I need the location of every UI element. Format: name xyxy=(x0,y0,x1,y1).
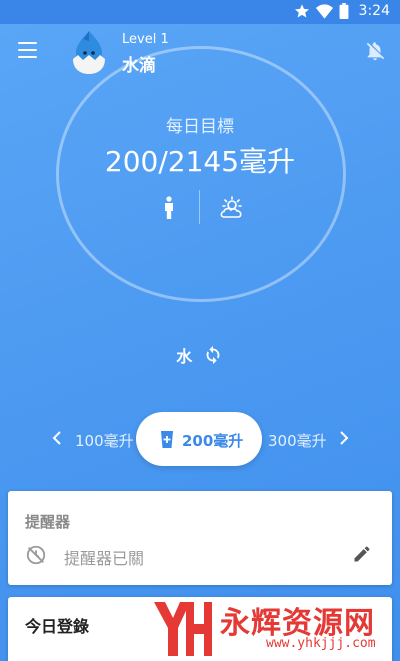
add-drink-button[interactable]: 200毫升 xyxy=(136,412,262,466)
watermark-logo xyxy=(154,602,212,656)
amount-next[interactable]: 300毫升 xyxy=(268,430,327,451)
amount-selector: 100毫升 200毫升 300毫升 xyxy=(0,412,400,466)
reminder-card: 提醒器 提醒器已關 xyxy=(8,491,392,585)
menu-icon xyxy=(18,42,37,44)
watermark: 永辉资源网 www.yhkjjj.com xyxy=(150,596,400,661)
divider xyxy=(199,190,200,224)
chevron-left-icon[interactable] xyxy=(50,430,64,446)
water-drop-mascot-icon xyxy=(73,31,105,74)
drink-type-label: 水 xyxy=(176,347,193,366)
reminder-off-icon xyxy=(26,545,46,565)
wifi-icon xyxy=(315,3,333,19)
drink-type-selector[interactable]: 水 xyxy=(0,343,400,367)
amount-prev[interactable]: 100毫升 xyxy=(75,430,134,451)
cup-plus-icon xyxy=(161,431,173,448)
amount-selected: 200毫升 xyxy=(182,432,244,450)
edit-icon[interactable] xyxy=(352,544,372,564)
star-icon xyxy=(294,4,309,18)
daily-goal-label: 每日目標 xyxy=(166,117,234,137)
person-icon[interactable] xyxy=(162,196,176,220)
battery-icon xyxy=(339,3,348,19)
watermark-url: www.yhkjjj.com xyxy=(266,636,376,651)
chevron-right-icon[interactable] xyxy=(337,430,351,446)
menu-button[interactable] xyxy=(18,42,38,58)
weather-icon[interactable] xyxy=(218,196,246,220)
daily-goal-value: 200/2145毫升 xyxy=(104,145,296,178)
bell-off-icon[interactable] xyxy=(364,40,386,62)
reminder-status: 提醒器已關 xyxy=(64,549,145,568)
status-bar: 3:24 xyxy=(0,0,400,24)
status-time: 3:24 xyxy=(358,3,390,19)
today-log-title: 今日登錄 xyxy=(25,617,90,636)
reminder-title: 提醒器 xyxy=(25,513,71,531)
level-label: Level 1 xyxy=(122,32,169,47)
swap-icon[interactable] xyxy=(202,344,224,366)
